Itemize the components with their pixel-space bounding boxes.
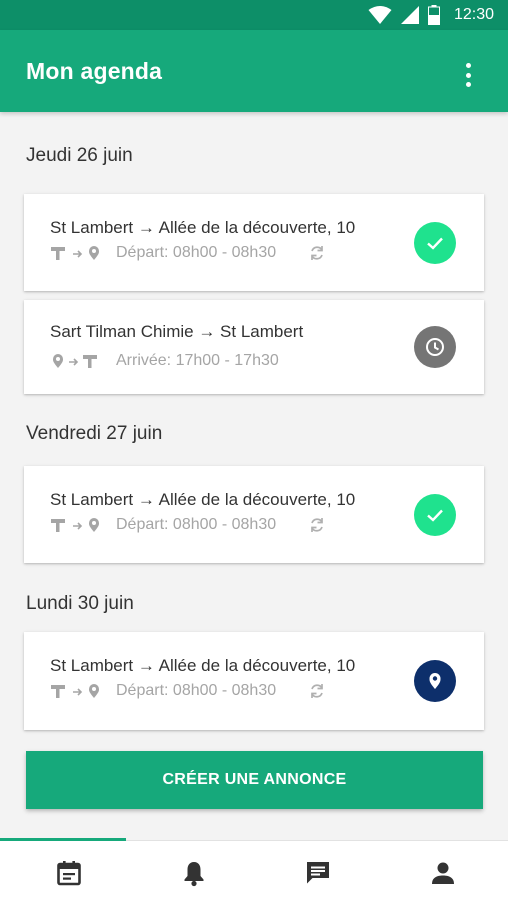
trip-route: St Lambert → Allée de la découverte, 10 — [50, 218, 356, 237]
trip-route: Sart Tilman Chimie → St Lambert — [50, 322, 304, 341]
trip-card[interactable]: St Lambert → Allée de la découverte, 10 … — [24, 194, 484, 291]
agenda-list[interactable]: Jeudi 26 juin St Lambert → Allée de la d… — [0, 112, 508, 840]
repeat-icon — [311, 518, 323, 532]
tab-messages[interactable] — [254, 841, 381, 904]
status-time: 12:30 — [453, 6, 494, 23]
trip-card[interactable]: St Lambert → Allée de la découverte, 10 … — [24, 632, 484, 730]
tab-agenda[interactable] — [5, 841, 132, 904]
day-header: Vendredi 27 juin — [26, 423, 163, 444]
trip-card[interactable]: Sart Tilman Chimie → St Lambert Arrivée:… — [24, 300, 484, 394]
battery-icon — [427, 5, 440, 25]
signal-icon — [400, 6, 419, 24]
trip-meta: Départ: 08h00 - 08h30 — [50, 244, 326, 262]
trip-schedule: Départ: 08h00 - 08h30 — [116, 516, 277, 533]
calendar-icon — [56, 861, 81, 886]
trip-route: St Lambert → Allée de la découverte, 10 — [50, 656, 356, 675]
clock-status-icon[interactable] — [414, 326, 456, 368]
tab-profile[interactable] — [379, 841, 506, 904]
departure-direction-icon — [50, 245, 102, 261]
wifi-icon — [368, 6, 392, 24]
create-listing-button[interactable]: CRÉER UNE ANNONCE — [26, 751, 483, 809]
confirmed-status-icon[interactable] — [414, 221, 456, 264]
app-bar: Mon agenda — [0, 30, 508, 112]
repeat-icon — [311, 246, 323, 260]
trip-schedule: Départ: 08h00 - 08h30 — [116, 682, 277, 699]
status-bar: 12:30 — [0, 0, 508, 30]
day-header: Lundi 30 juin — [26, 593, 134, 614]
trip-schedule: Arrivée: 17h00 - 17h30 — [116, 352, 279, 369]
trip-schedule: Départ: 08h00 - 08h30 — [116, 244, 277, 261]
departure-direction-icon — [50, 517, 102, 533]
person-icon — [431, 862, 454, 884]
departure-direction-icon — [50, 683, 102, 699]
confirmed-status-icon[interactable] — [414, 493, 456, 536]
trip-meta: Départ: 08h00 - 08h30 — [50, 682, 326, 700]
tab-notifications[interactable] — [130, 841, 257, 904]
trip-meta: Arrivée: 17h00 - 17h30 — [50, 352, 279, 370]
bell-icon — [184, 862, 203, 887]
overflow-menu-icon[interactable] — [456, 60, 480, 90]
day-header: Jeudi 26 juin — [26, 145, 133, 166]
location-status-icon[interactable] — [414, 660, 456, 702]
trip-route: St Lambert → Allée de la découverte, 10 — [50, 490, 356, 509]
bottom-navigation — [0, 838, 508, 904]
arrival-direction-icon — [50, 353, 102, 369]
message-icon — [306, 862, 329, 884]
trip-meta: Départ: 08h00 - 08h30 — [50, 516, 326, 534]
page-title: Mon agenda — [26, 57, 163, 84]
repeat-icon — [311, 684, 323, 698]
trip-card[interactable]: St Lambert → Allée de la découverte, 10 … — [24, 466, 484, 563]
